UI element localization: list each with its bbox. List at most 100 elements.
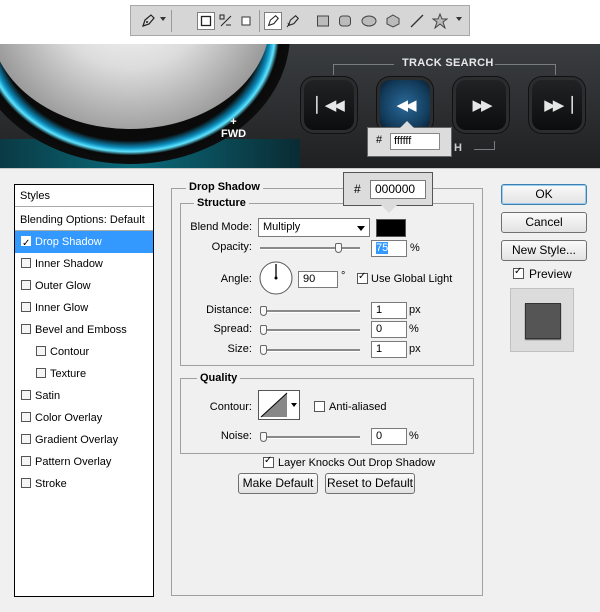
style-item-pattern-overlay[interactable]: Pattern Overlay — [15, 451, 153, 473]
size-slider-thumb[interactable] — [260, 345, 267, 355]
size-slider-track[interactable] — [260, 349, 360, 352]
style-item-color-overlay[interactable]: Color Overlay — [15, 407, 153, 429]
paths-icon[interactable] — [217, 12, 235, 30]
spread-slider-thumb[interactable] — [260, 325, 267, 335]
skip-forward-button[interactable]: ▶▶▕ — [532, 80, 582, 130]
style-item-checkbox[interactable] — [21, 412, 31, 422]
media-player-banner: + FWD TRACK SEARCH H ▏◀◀ ◀◀ ▶▶ ▶▶▕ — [0, 44, 600, 168]
pen-icon[interactable] — [139, 12, 157, 30]
shadow-color-hex-tooltip: # 000000 — [343, 172, 433, 213]
style-item-bevel-and-emboss[interactable]: Bevel and Emboss — [15, 319, 153, 341]
style-item-checkbox[interactable] — [21, 280, 31, 290]
anti-aliased-checkbox[interactable] — [314, 401, 325, 412]
contour-picker[interactable] — [258, 390, 300, 420]
styles-list: Styles Blending Options: Default Drop Sh… — [14, 184, 154, 597]
freeform-pen-icon[interactable] — [284, 12, 302, 30]
noise-slider-track[interactable] — [260, 436, 360, 439]
rectangle-icon[interactable] — [314, 12, 332, 30]
style-item-checkbox[interactable] — [21, 324, 31, 334]
style-item-label: Contour — [50, 346, 90, 358]
preview-checkbox[interactable] — [513, 266, 524, 279]
noise-slider-thumb[interactable] — [260, 432, 267, 442]
style-item-label: Inner Glow — [35, 302, 89, 314]
style-item-checkbox[interactable] — [21, 233, 31, 255]
style-item-outer-glow[interactable]: Outer Glow — [15, 275, 153, 297]
use-global-light-checkbox[interactable] — [357, 271, 368, 284]
angle-field[interactable]: 90 — [298, 271, 338, 288]
skip-back-icon: ▏◀◀ — [316, 97, 345, 114]
distance-field[interactable]: 1 — [371, 302, 407, 319]
pen-tool-icon[interactable] — [264, 12, 282, 30]
noise-field[interactable]: 0 — [371, 428, 407, 445]
ellipse-icon[interactable] — [360, 12, 378, 30]
angle-dial[interactable] — [259, 261, 293, 295]
layer-knocks-out-checkbox[interactable] — [263, 455, 274, 468]
style-item-checkbox[interactable] — [21, 434, 31, 444]
skip-back-button[interactable]: ▏◀◀ — [304, 80, 354, 130]
contour-label: Contour: — [209, 401, 252, 413]
opacity-slider-thumb[interactable] — [335, 243, 342, 253]
style-item-checkbox[interactable] — [21, 390, 31, 400]
spread-slider-track[interactable] — [260, 329, 360, 332]
drop-shadow-title: Drop Shadow — [186, 181, 263, 193]
size-unit: px — [409, 343, 421, 355]
style-item-checkbox[interactable] — [21, 258, 31, 268]
style-item-label: Satin — [35, 390, 61, 402]
style-preview-box — [510, 288, 574, 352]
blending-options-item[interactable]: Blending Options: Default — [15, 209, 153, 231]
polygon-icon[interactable] — [384, 12, 402, 30]
make-default-button[interactable]: Make Default — [238, 473, 318, 494]
tool-preset-dropdown-icon[interactable] — [160, 17, 166, 21]
ok-button[interactable]: OK — [501, 184, 587, 205]
hex-value-field[interactable]: ffffff — [390, 133, 440, 150]
cancel-button[interactable]: Cancel — [501, 212, 587, 233]
fast-forward-button[interactable]: ▶▶ — [456, 80, 506, 130]
size-field[interactable]: 1 — [371, 341, 407, 358]
skip-forward-icon: ▶▶▕ — [544, 97, 573, 114]
custom-shape-dropdown-icon[interactable] — [456, 17, 462, 21]
style-item-stroke[interactable]: Stroke — [15, 473, 153, 495]
shape-layers-icon[interactable] — [197, 12, 215, 30]
style-item-inner-shadow[interactable]: Inner Shadow — [15, 253, 153, 275]
style-item-texture[interactable]: Texture — [15, 363, 153, 385]
spread-field[interactable]: 0 — [371, 321, 407, 338]
style-item-checkbox[interactable] — [36, 368, 46, 378]
blend-mode-select[interactable]: Multiply — [258, 218, 370, 237]
opacity-slider-track[interactable] — [260, 247, 360, 250]
opacity-field[interactable]: 75 — [371, 240, 407, 257]
style-item-checkbox[interactable] — [21, 478, 31, 488]
fwd-label: + FWD — [221, 116, 247, 140]
hex-hash: # — [354, 182, 361, 196]
hex-hash: # — [376, 134, 383, 146]
distance-slider-track[interactable] — [260, 310, 360, 313]
style-item-checkbox[interactable] — [36, 346, 46, 356]
shadow-hex-field[interactable]: 000000 — [370, 180, 426, 199]
distance-slider-thumb[interactable] — [260, 306, 267, 316]
style-item-gradient-overlay[interactable]: Gradient Overlay — [15, 429, 153, 451]
fill-pixels-icon[interactable] — [237, 12, 255, 30]
structure-title: Structure — [194, 197, 249, 209]
opacity-label: Opacity: — [211, 241, 252, 253]
layer-knocks-out-label: Layer Knocks Out Drop Shadow — [278, 457, 436, 469]
blend-mode-value: Multiply — [263, 221, 301, 233]
style-item-checkbox[interactable] — [21, 302, 31, 312]
style-item-checkbox[interactable] — [21, 456, 31, 466]
opacity-value: 75 — [376, 242, 389, 254]
tooltip-caret — [381, 205, 397, 213]
reset-to-default-button[interactable]: Reset to Default — [325, 473, 415, 494]
styles-header[interactable]: Styles — [15, 185, 153, 207]
quality-title: Quality — [197, 372, 241, 384]
shape-tool-options-bar — [130, 5, 470, 36]
custom-shape-icon[interactable] — [431, 12, 449, 30]
new-style-button[interactable]: New Style... — [501, 240, 587, 261]
line-icon[interactable] — [408, 12, 426, 30]
quality-group — [180, 378, 474, 454]
style-item-drop-shadow[interactable]: Drop Shadow — [15, 231, 153, 255]
noise-unit: % — [409, 430, 419, 442]
style-item-inner-glow[interactable]: Inner Glow — [15, 297, 153, 319]
toolbar-divider — [259, 10, 260, 32]
style-item-contour[interactable]: Contour — [15, 341, 153, 363]
style-item-satin[interactable]: Satin — [15, 385, 153, 407]
shadow-color-swatch[interactable] — [376, 219, 406, 237]
rounded-rectangle-icon[interactable] — [336, 12, 354, 30]
